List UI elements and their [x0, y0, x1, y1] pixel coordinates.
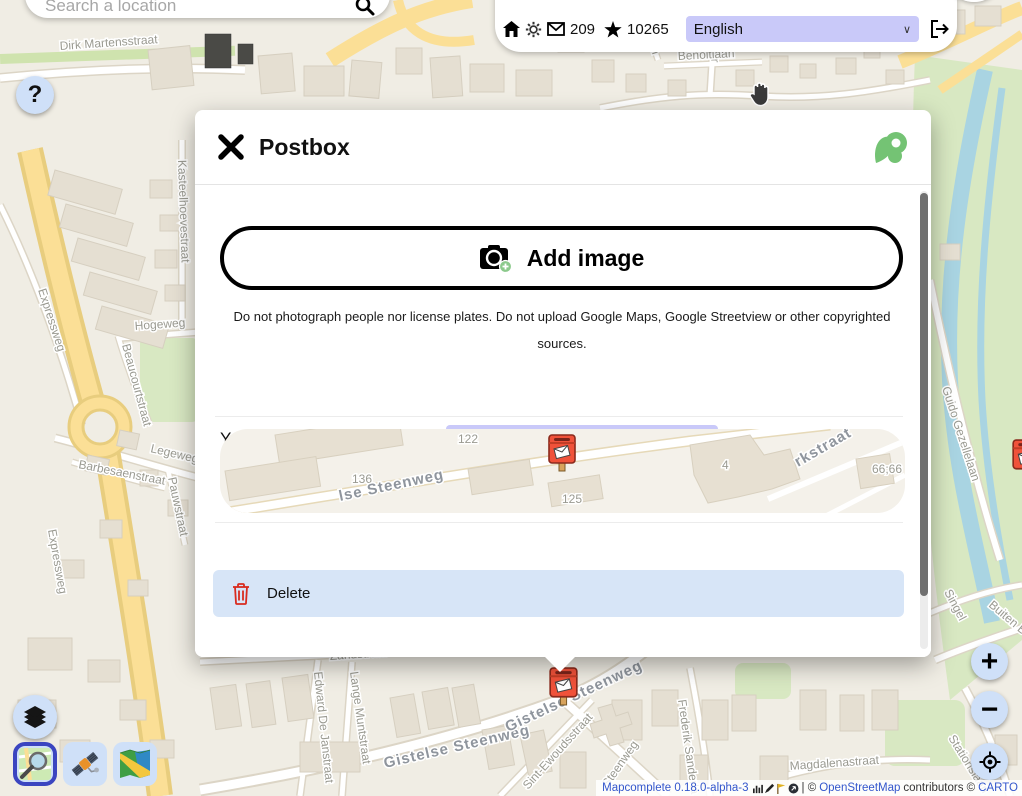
search-icon[interactable]	[354, 0, 376, 17]
messages-count: 209	[570, 21, 595, 38]
camera-plus-icon	[479, 243, 513, 273]
layers-icon	[22, 704, 48, 730]
attribution-separator: | ©	[802, 782, 817, 794]
satellite-icon	[68, 747, 102, 781]
style-osm-button[interactable]	[13, 742, 57, 786]
close-icon[interactable]	[217, 133, 245, 161]
carto-link[interactable]: CARTO	[978, 782, 1018, 794]
add-image-button[interactable]: Add image	[220, 226, 903, 290]
mastodon-icon[interactable]	[788, 783, 799, 794]
dialog-scroll-area[interactable]: Add image Do not photograph people nor l…	[195, 184, 931, 657]
delete-label: Delete	[267, 585, 310, 602]
messages-icon[interactable]	[547, 22, 565, 36]
style-satellite-button[interactable]	[63, 742, 107, 786]
attribution-bar: Mapcomplete 0.18.0-alpha-3 | © OpenStree…	[596, 780, 1022, 796]
home-icon[interactable]	[503, 21, 520, 37]
zoom-in-button[interactable]: +	[971, 643, 1008, 680]
pencil-icon[interactable]	[764, 783, 775, 794]
osm-map-icon	[18, 747, 52, 781]
trash-icon	[231, 582, 251, 606]
stars-count: 10265	[627, 21, 669, 38]
svg-text:122: 122	[458, 432, 478, 446]
svg-text:125: 125	[562, 492, 582, 506]
scrollbar-thumb[interactable]	[920, 193, 928, 596]
geolocate-button[interactable]	[971, 743, 1008, 780]
language-select[interactable]: English ∨	[686, 16, 919, 42]
add-image-label: Add image	[527, 245, 645, 272]
app-root: Dirk Martensstraat Expressweg Expressweg…	[0, 0, 1022, 796]
image-license-notice: Do not photograph people nor license pla…	[233, 303, 891, 357]
search-input[interactable]	[43, 0, 354, 17]
layers-button[interactable]	[13, 695, 57, 739]
gear-icon[interactable]	[525, 21, 542, 38]
zoom-in-label: +	[981, 645, 999, 679]
help-label: ?	[28, 81, 43, 109]
user-bar: 209 10265 English ∨	[495, 0, 957, 52]
star-icon	[604, 21, 622, 38]
chevron-down-icon: ∨	[903, 23, 911, 36]
zoom-out-label: −	[981, 693, 999, 727]
folded-map-icon	[118, 747, 152, 781]
style-carto-map-button[interactable]	[113, 742, 157, 786]
hand-stats-icon[interactable]	[752, 783, 763, 794]
svg-text:4: 4	[722, 458, 729, 472]
flag-icon[interactable]	[776, 783, 787, 794]
attribution-contributors: contributors ©	[903, 782, 975, 794]
divider	[215, 416, 903, 417]
svg-text:66;66: 66;66	[872, 462, 902, 476]
mapcomplete-logo-icon	[871, 129, 909, 165]
basemap-style-switcher	[13, 742, 157, 786]
feature-minimap[interactable]: 122 136 125 4 66;66 rkstraat lse Steenwe…	[220, 429, 905, 513]
search-bar[interactable]	[25, 0, 390, 18]
divider	[215, 522, 903, 523]
hand-cursor-icon	[746, 80, 774, 110]
help-button[interactable]: ?	[16, 76, 54, 114]
osm-link[interactable]: OpenStreetMap	[819, 782, 900, 794]
dialog-title: Postbox	[259, 134, 350, 161]
dialog-scrollbar[interactable]	[920, 191, 928, 649]
mapcomplete-version-link[interactable]: Mapcomplete 0.18.0-alpha-3	[602, 782, 748, 794]
zoom-out-button[interactable]: −	[971, 691, 1008, 728]
crosshair-icon	[979, 751, 1001, 773]
delete-button[interactable]: Delete	[213, 570, 904, 617]
logout-icon[interactable]	[930, 20, 949, 38]
postbox-dialog: Postbox Add image Do not photograph peo	[195, 110, 931, 657]
